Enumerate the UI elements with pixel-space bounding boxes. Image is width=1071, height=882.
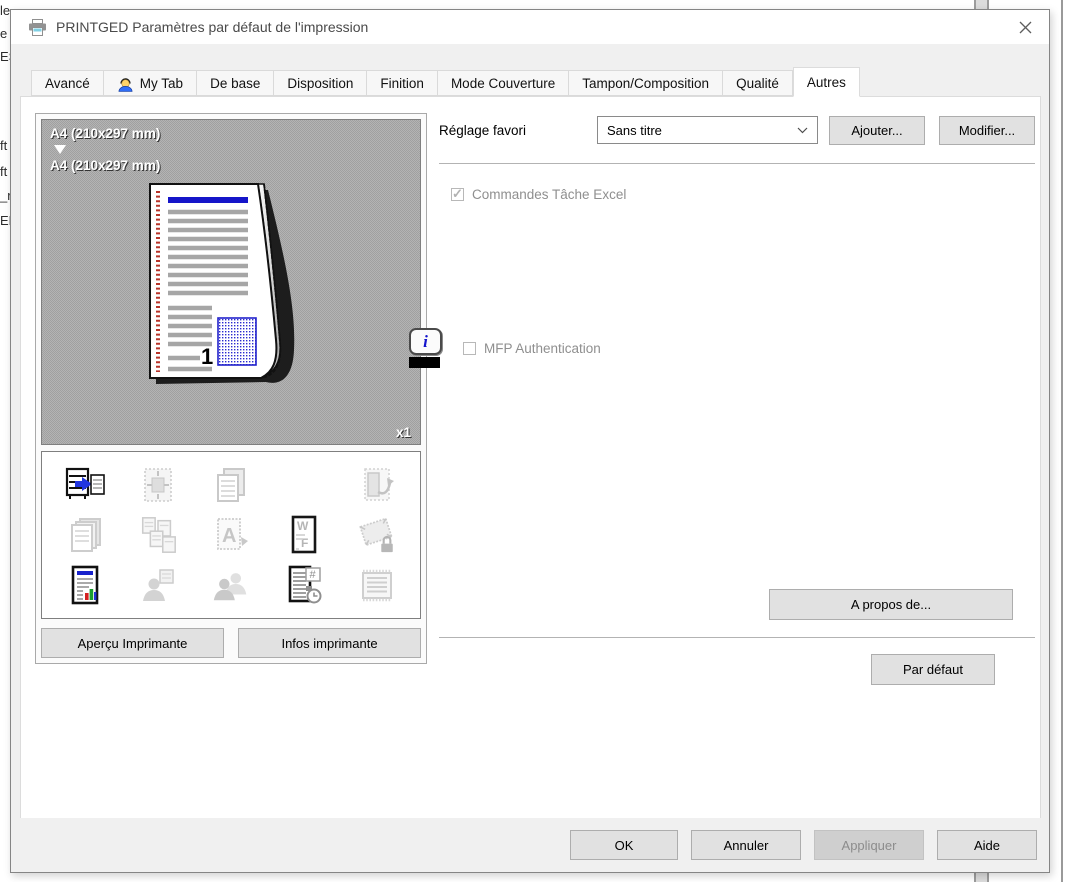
excel-commands-checkbox[interactable]: Commandes Tâche Excel (451, 186, 627, 202)
background-window-edge (1061, 0, 1063, 882)
printer-info-button[interactable]: Infos imprimante (238, 628, 421, 658)
screen: le e ES ft ft _r ED PRINTGED Paramètres … (0, 0, 1071, 882)
close-button[interactable] (1001, 10, 1049, 44)
page-illustration: 1 (149, 183, 295, 384)
dialog-footer: OK Annuler Appliquer Aide (11, 818, 1049, 872)
tab-qualite[interactable]: Qualité (723, 70, 793, 96)
page-number: 1 (201, 344, 213, 369)
printer-icon (28, 18, 47, 36)
status-icon-grid: A W F # (41, 451, 421, 619)
my-tab-person-icon (117, 75, 134, 92)
info-key-glyph: i (409, 328, 442, 355)
background-text-fragment: e (0, 26, 8, 41)
svg-text:A: A (222, 525, 236, 547)
background-scrollbar-thumb (974, 0, 989, 9)
tab-de-base[interactable]: De base (197, 70, 275, 96)
background-text-fragment: ft (0, 164, 8, 179)
door-exit-icon (356, 464, 398, 506)
favorite-setting-label: Réglage favori (439, 123, 527, 138)
background-text-fragment: le (0, 3, 11, 18)
format-arrow-icon (54, 145, 66, 154)
modify-favorite-button[interactable]: Modifier... (939, 116, 1035, 145)
svg-text:W: W (297, 519, 309, 533)
default-button[interactable]: Par défaut (871, 654, 995, 685)
chevron-down-icon (797, 127, 808, 134)
tab-finition[interactable]: Finition (367, 70, 438, 96)
report-icon (64, 564, 106, 606)
single-user-icon (137, 564, 179, 606)
poster-icon (137, 464, 179, 506)
separator (439, 637, 1035, 638)
help-button[interactable]: Aide (937, 830, 1037, 860)
multi-user-icon (210, 564, 252, 606)
paper-preview: A4 (210x297 mm) A4 (210x297 mm) 1 x1 (41, 119, 421, 445)
watermark-icon: W F (283, 514, 325, 556)
checkbox-box (451, 186, 464, 202)
tab-disposition[interactable]: Disposition (274, 70, 368, 96)
printer-preview-button[interactable]: Aperçu Imprimante (41, 628, 224, 658)
background-text-fragment: ft (0, 138, 8, 153)
tab-my-tab[interactable]: My Tab (103, 70, 198, 96)
combination-icon (137, 514, 179, 556)
excel-commands-label: Commandes Tâche Excel (472, 187, 627, 202)
tab-avance[interactable]: Avancé (31, 70, 104, 96)
job-number-icon: # (283, 564, 325, 606)
checkbox-box (463, 342, 476, 355)
apply-button[interactable]: Appliquer (814, 830, 924, 860)
tab-autres[interactable]: Autres (792, 67, 860, 97)
output-format-label: A4 (210x297 mm) (50, 158, 161, 173)
title-bar: PRINTGED Paramètres par défaut de l'impr… (11, 10, 1049, 44)
about-button[interactable]: A propos de... (769, 589, 1013, 620)
dialog-title: PRINTGED Paramètres par défaut de l'impr… (56, 19, 369, 35)
font-icon: A (210, 514, 252, 556)
info-icon: i (409, 328, 445, 368)
empty-cell (283, 464, 325, 506)
add-favorite-button[interactable]: Ajouter... (829, 116, 925, 145)
ok-button[interactable]: OK (570, 830, 678, 860)
printer-defaults-dialog: PRINTGED Paramètres par défaut de l'impr… (10, 9, 1050, 873)
svg-text:F: F (301, 536, 308, 550)
svg-text:#: # (310, 569, 317, 581)
mfp-authentication-label: MFP Authentication (484, 341, 601, 356)
cancel-button[interactable]: Annuler (691, 830, 801, 860)
favorite-selected-value: Sans titre (607, 122, 662, 138)
info-icon-base (409, 357, 440, 368)
favorite-setting-select[interactable]: Sans titre (597, 116, 818, 144)
tab-bar: Avancé My Tab De base Disposition Finiti… (31, 66, 860, 97)
separator (439, 163, 1035, 164)
lined-paper-icon (356, 564, 398, 606)
collate-icon (210, 464, 252, 506)
preview-group: A4 (210x297 mm) A4 (210x297 mm) 1 x1 A W… (35, 113, 427, 664)
mfp-authentication-checkbox[interactable]: MFP Authentication (463, 341, 601, 356)
close-icon (1019, 21, 1032, 34)
scale-label: x1 (395, 425, 411, 440)
source-format-label: A4 (210x297 mm) (50, 126, 161, 141)
tab-tampon-composition[interactable]: Tampon/Composition (569, 70, 724, 96)
tab-mode-couverture[interactable]: Mode Couverture (437, 70, 570, 96)
tab-page-autres: A4 (210x297 mm) A4 (210x297 mm) 1 x1 A W… (20, 96, 1041, 819)
paper-source-icon (64, 464, 106, 506)
secure-lock-icon (356, 514, 398, 556)
paper-stack-icon (64, 514, 106, 556)
